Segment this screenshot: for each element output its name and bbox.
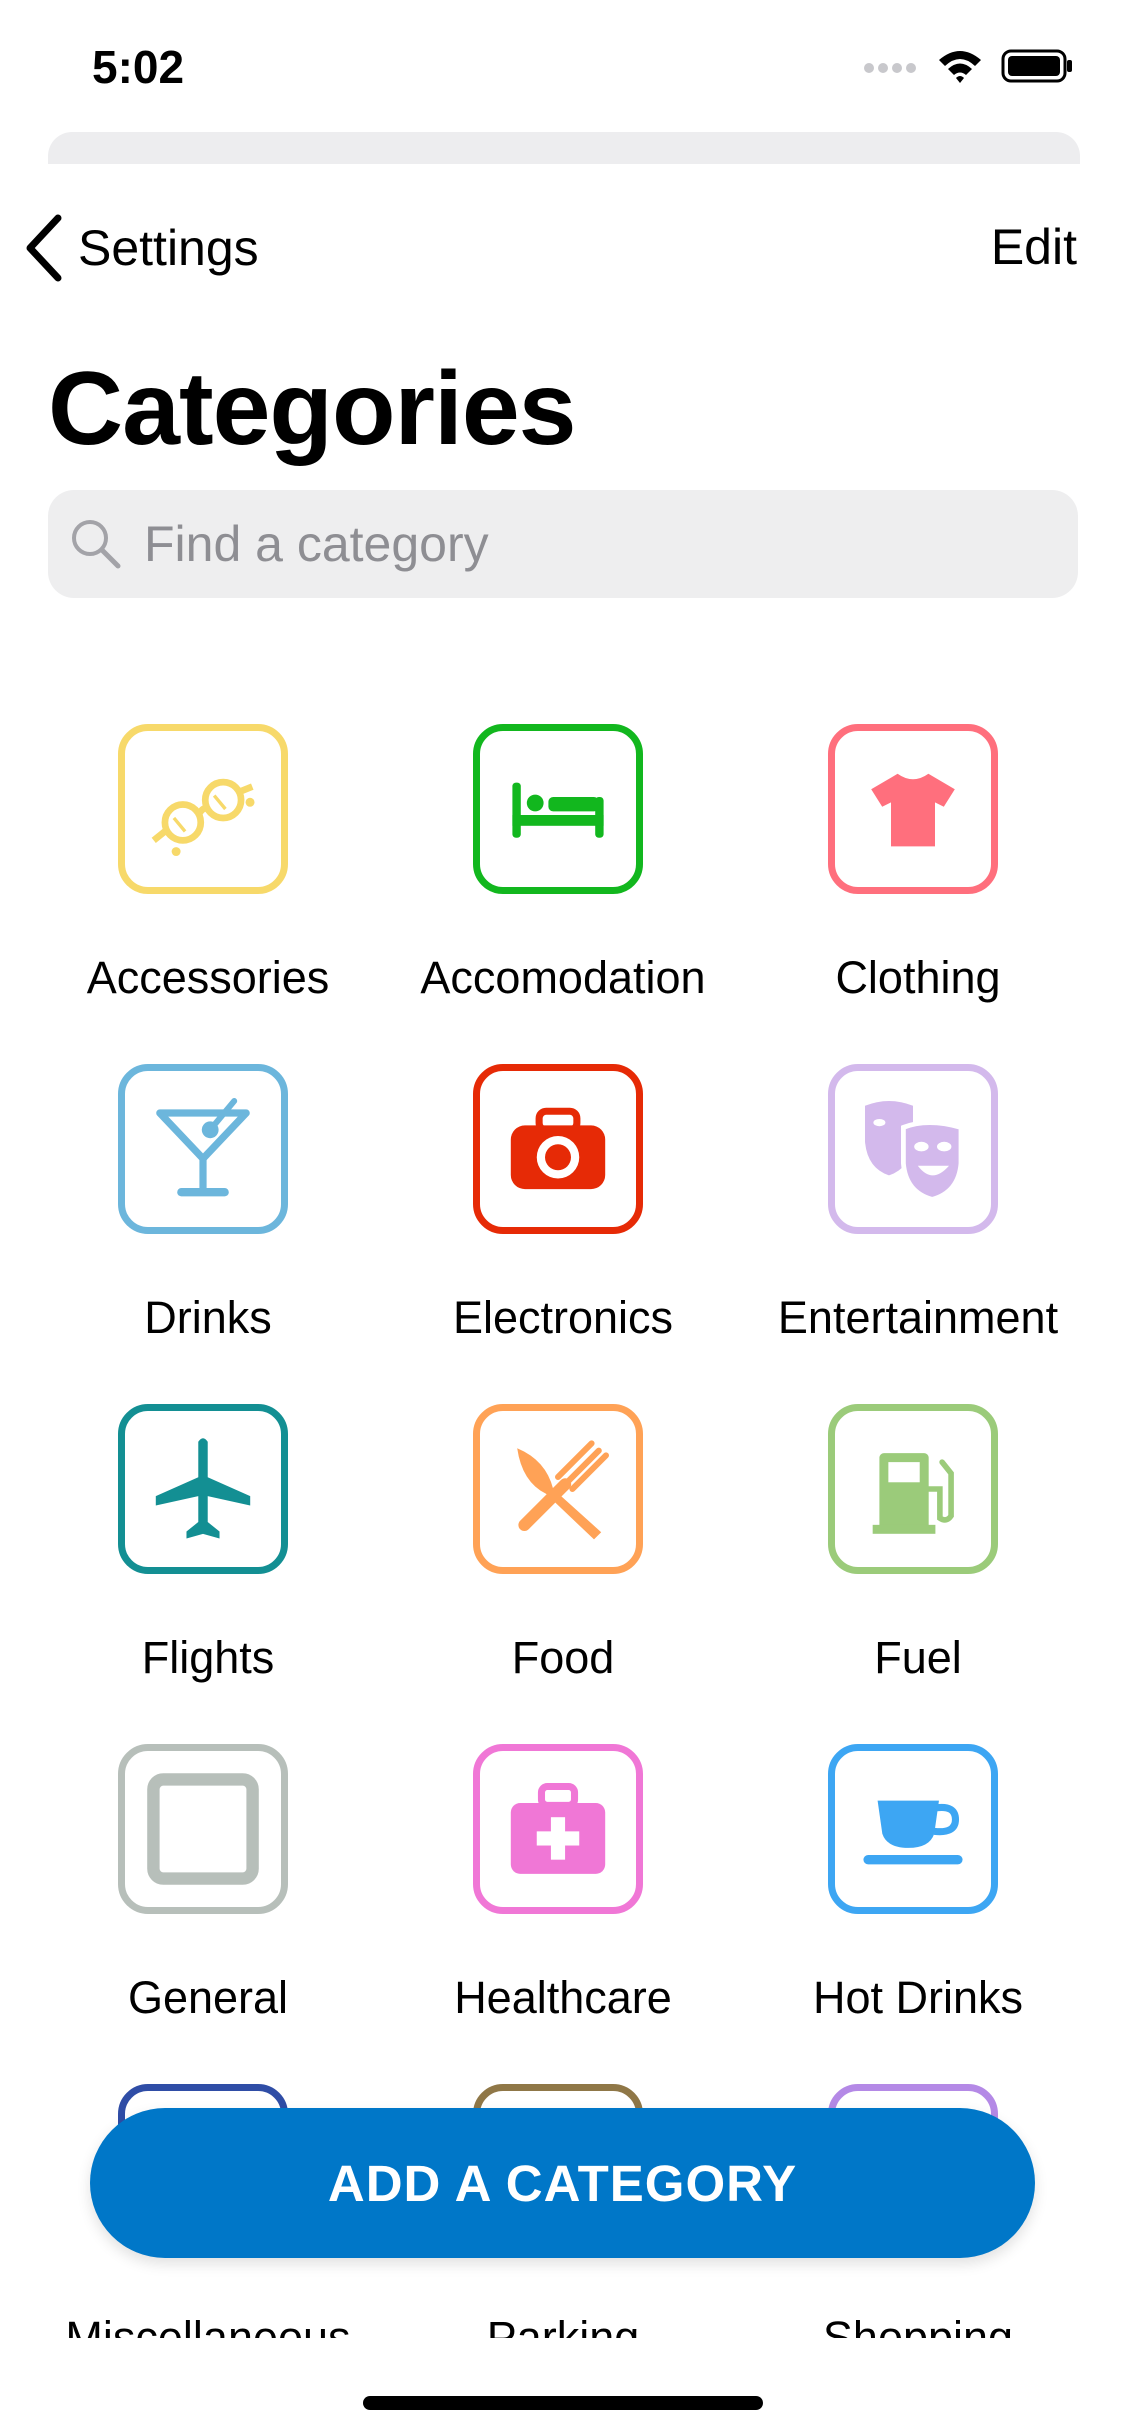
search-icon xyxy=(72,520,121,569)
category-label: Flights xyxy=(141,1632,275,1683)
category-label: Parking xyxy=(486,2312,640,2338)
category-icon-frame xyxy=(473,724,643,894)
utensils-icon xyxy=(517,1440,609,1540)
category-label: General xyxy=(127,1972,289,2023)
cocktail-icon xyxy=(156,1098,250,1197)
category-tile-general[interactable]: General xyxy=(30,1740,386,2080)
category-tile-flights[interactable]: Flights xyxy=(30,1400,386,1740)
bed-icon xyxy=(512,782,604,838)
category-tile-food[interactable]: Food xyxy=(385,1400,741,1740)
tshirt-icon xyxy=(871,773,955,847)
category-label: Accomodation xyxy=(420,952,706,1003)
category-label: Entertainment xyxy=(777,1292,1059,1343)
category-icon-frame xyxy=(473,1064,643,1234)
category-tile-healthcare[interactable]: Healthcare xyxy=(385,1740,741,2080)
category-tile-accomodation[interactable]: Accomodation xyxy=(385,720,741,1060)
theater-masks-icon xyxy=(865,1101,964,1202)
gas-pump-icon xyxy=(872,1453,954,1534)
category-tile-hot-drinks[interactable]: Hot Drinks xyxy=(740,1740,1096,2080)
category-label: Food xyxy=(511,1632,615,1683)
add-category-button[interactable]: ADD A CATEGORY xyxy=(90,2108,1035,2258)
category-label: Fuel xyxy=(874,1632,962,1683)
category-icon-frame xyxy=(118,1404,288,1574)
category-icon-frame xyxy=(828,1404,998,1574)
category-grid: Accessories Accomodation Clothing Drinks… xyxy=(0,720,1125,2340)
category-icon-frame xyxy=(118,724,288,894)
category-label: Drinks xyxy=(144,1292,272,1343)
category-tile-accessories[interactable]: Accessories xyxy=(30,720,386,1060)
category-label: Shopping xyxy=(822,2312,1014,2338)
category-label: Hot Drinks xyxy=(812,1972,1024,2023)
category-label: Accessories xyxy=(86,952,330,1003)
search-bar[interactable] xyxy=(48,490,1078,598)
home-indicator[interactable] xyxy=(363,2396,763,2410)
category-icon-frame xyxy=(828,724,998,894)
category-tile-fuel[interactable]: Fuel xyxy=(740,1400,1096,1740)
first-aid-kit-icon xyxy=(510,1782,606,1874)
category-label: Clothing xyxy=(835,952,1001,1003)
category-tile-electronics[interactable]: Electronics xyxy=(385,1060,741,1400)
category-tile-entertainment[interactable]: Entertainment xyxy=(740,1060,1096,1400)
status-bar: 5:02 xyxy=(0,0,1125,140)
category-label: Healthcare xyxy=(454,1972,672,2023)
status-indicators xyxy=(863,48,1075,84)
status-time: 5:02 xyxy=(92,41,185,93)
back-button[interactable]: Settings xyxy=(22,210,259,286)
sheet-top-edge xyxy=(48,132,1080,164)
partially-visible-labels: Miscellaneous Parking Shopping xyxy=(0,2302,1125,2338)
cellular-signal-icon xyxy=(864,63,916,73)
category-icon-frame xyxy=(473,1744,643,1914)
chevron-left-icon xyxy=(26,214,62,282)
category-icon-frame xyxy=(118,1064,288,1234)
edit-button[interactable]: Edit xyxy=(991,218,1077,276)
battery-icon xyxy=(1001,49,1072,83)
category-tile-clothing[interactable]: Clothing xyxy=(740,720,1096,1060)
category-label: Electronics xyxy=(452,1292,674,1343)
airplane-icon xyxy=(155,1438,251,1539)
category-icon-frame xyxy=(828,1064,998,1234)
category-icon-frame xyxy=(118,1744,288,1914)
category-icon-frame xyxy=(828,1744,998,1914)
camera-icon xyxy=(510,1107,606,1190)
category-label: Miscellaneous xyxy=(65,2312,351,2338)
category-icon-frame xyxy=(473,1404,643,1574)
coffee-cup-icon xyxy=(863,1800,963,1865)
search-input[interactable] xyxy=(142,514,1046,574)
sunglasses-icon xyxy=(151,778,255,857)
page-title: Categories xyxy=(48,351,577,467)
back-button-label: Settings xyxy=(78,220,259,276)
wifi-icon xyxy=(939,51,981,83)
category-tile-drinks[interactable]: Drinks xyxy=(30,1060,386,1400)
square-icon xyxy=(147,1773,259,1885)
